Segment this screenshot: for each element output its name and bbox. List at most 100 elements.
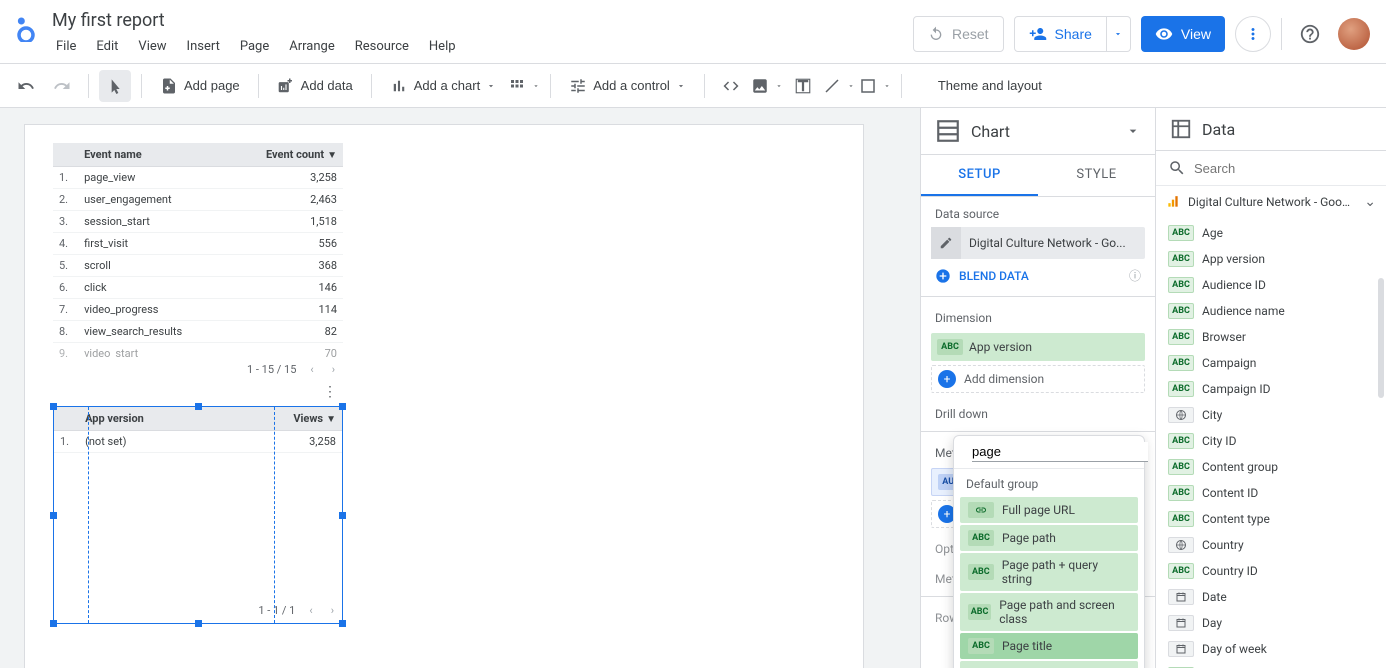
table-row[interactable]: 3.session_start1,518 — [53, 211, 343, 233]
info-icon[interactable]: ⓘ — [1129, 267, 1141, 284]
plus-circle-icon — [935, 268, 951, 284]
undo-button[interactable] — [10, 70, 42, 102]
data-field[interactable]: Date — [1156, 584, 1386, 610]
table-row[interactable]: 6.click146 — [53, 277, 343, 299]
data-field[interactable]: ABCContent type — [1156, 506, 1386, 532]
data-field[interactable]: ABCAudience ID — [1156, 272, 1386, 298]
data-field[interactable]: City — [1156, 402, 1386, 428]
add-page-button[interactable]: Add page — [152, 70, 248, 102]
field-option[interactable]: ABCPage title and screen class — [960, 661, 1138, 668]
field-option[interactable]: ABCPage path and screen class — [960, 593, 1138, 631]
abc-type-icon: ABC — [968, 530, 994, 546]
menu-page[interactable]: Page — [232, 35, 277, 58]
abc-type-icon: ABC — [1168, 485, 1194, 501]
person-add-icon — [1029, 25, 1047, 43]
data-source-chip[interactable]: Digital Culture Network - Go... — [931, 227, 1145, 259]
more-options-button[interactable] — [1235, 16, 1271, 52]
field-option[interactable]: Full page URL — [960, 497, 1138, 523]
event-table[interactable]: Event name Event count▼ 1.page_view3,258… — [53, 143, 343, 402]
page-next-button[interactable]: › — [328, 363, 339, 376]
field-option[interactable]: ABCPage path + query string — [960, 553, 1138, 591]
dimension-chip[interactable]: ABC App version — [931, 333, 1145, 361]
chart-more-button[interactable]: ⋮ — [53, 382, 343, 402]
page-next-button[interactable]: › — [327, 604, 338, 617]
report-page[interactable]: Event name Event count▼ 1.page_view3,258… — [24, 124, 864, 668]
table-header[interactable]: Event count▼ — [229, 143, 343, 167]
table-header[interactable]: Event name — [78, 143, 229, 167]
document-title[interactable]: My first report — [48, 10, 464, 31]
style-tab[interactable]: STYLE — [1038, 155, 1155, 196]
add-dimension-button[interactable]: + Add dimension — [931, 365, 1145, 393]
data-source-header[interactable]: Digital Culture Network - Google A... ⌄ — [1156, 186, 1386, 218]
redo-icon — [53, 77, 71, 95]
redo-button[interactable] — [46, 70, 78, 102]
canvas-area[interactable]: Event name Event count▼ 1.page_view3,258… — [0, 108, 920, 668]
data-search-input[interactable] — [1194, 161, 1374, 176]
data-field[interactable]: ABCAge — [1156, 220, 1386, 246]
calendar-icon — [1168, 641, 1194, 657]
blend-data-button[interactable]: BLEND DATA ⓘ — [921, 259, 1155, 292]
collapse-panel-button[interactable] — [1125, 123, 1141, 139]
analytics-icon — [1166, 195, 1180, 209]
data-field[interactable]: ABCCity ID — [1156, 428, 1386, 454]
table-row[interactable]: 1.page_view3,258 — [53, 167, 343, 189]
page-prev-button[interactable]: ‹ — [306, 363, 317, 376]
collapse-source-button[interactable]: ⌄ — [1364, 194, 1376, 210]
data-field[interactable]: ABCAudience name — [1156, 298, 1386, 324]
view-button[interactable]: View — [1141, 16, 1225, 52]
abc-type-icon: ABC — [1168, 381, 1194, 397]
menu-file[interactable]: File — [48, 35, 84, 58]
toolbar: Add page Add data Add a chart Add a cont… — [0, 64, 1386, 108]
data-field[interactable]: Day of week — [1156, 636, 1386, 662]
menu-resource[interactable]: Resource — [347, 35, 417, 58]
field-search-input[interactable] — [972, 442, 1148, 462]
data-field[interactable]: ABCCountry ID — [1156, 558, 1386, 584]
app-version-table[interactable]: App version Views▼ 1.(not set)3,258 1 - … — [53, 406, 343, 624]
share-button[interactable]: Share — [1014, 16, 1107, 52]
edit-data-source-button[interactable] — [931, 227, 961, 259]
table-row[interactable]: 5.scroll368 — [53, 255, 343, 277]
community-viz-button[interactable] — [508, 70, 540, 102]
help-button[interactable] — [1292, 16, 1328, 52]
table-row[interactable]: 2.user_engagement2,463 — [53, 189, 343, 211]
add-control-button[interactable]: Add a control — [561, 70, 694, 102]
data-field[interactable]: ABCCampaign ID — [1156, 376, 1386, 402]
data-field[interactable]: ABCDevice — [1156, 662, 1386, 668]
share-dropdown-button[interactable] — [1107, 16, 1131, 52]
table-row[interactable]: 7.video_progress114 — [53, 299, 343, 321]
data-field[interactable]: ABCCampaign — [1156, 350, 1386, 376]
table-row[interactable]: 8.view_search_results82 — [53, 321, 343, 343]
menu-help[interactable]: Help — [421, 35, 464, 58]
setup-tab[interactable]: SETUP — [921, 155, 1038, 196]
data-field[interactable]: ABCContent ID — [1156, 480, 1386, 506]
url-embed-button[interactable] — [715, 70, 747, 102]
account-avatar[interactable] — [1338, 18, 1370, 50]
page-prev-button[interactable]: ‹ — [305, 604, 316, 617]
data-field[interactable]: ABCApp version — [1156, 246, 1386, 272]
image-button[interactable] — [751, 70, 783, 102]
data-field[interactable]: ABCBrowser — [1156, 324, 1386, 350]
scrollbar[interactable] — [1378, 278, 1384, 398]
select-tool-button[interactable] — [99, 70, 131, 102]
field-option[interactable]: ABCPage path — [960, 525, 1138, 551]
reset-button[interactable]: Reset — [913, 16, 1004, 52]
field-option[interactable]: ABCPage title — [960, 633, 1138, 659]
add-chart-button[interactable]: Add a chart — [382, 70, 505, 102]
menu-edit[interactable]: Edit — [88, 35, 126, 58]
table-header[interactable]: App version — [79, 407, 227, 431]
table-row[interactable]: 4.first_visit556 — [53, 233, 343, 255]
shape-button[interactable] — [859, 70, 891, 102]
text-button[interactable] — [787, 70, 819, 102]
add-data-button[interactable]: Add data — [269, 70, 361, 102]
data-field[interactable]: ABCContent group — [1156, 454, 1386, 480]
line-button[interactable] — [823, 70, 855, 102]
menu-arrange[interactable]: Arrange — [281, 35, 342, 58]
abc-type-icon: ABC — [1168, 277, 1194, 293]
data-field[interactable]: Day — [1156, 610, 1386, 636]
theme-layout-button[interactable]: Theme and layout — [930, 70, 1050, 102]
menu-insert[interactable]: Insert — [179, 35, 228, 58]
table-row[interactable]: 1.(not set)3,258 — [54, 431, 342, 453]
menu-view[interactable]: View — [130, 35, 174, 58]
table-header[interactable]: Views▼ — [227, 407, 342, 431]
data-field[interactable]: Country — [1156, 532, 1386, 558]
